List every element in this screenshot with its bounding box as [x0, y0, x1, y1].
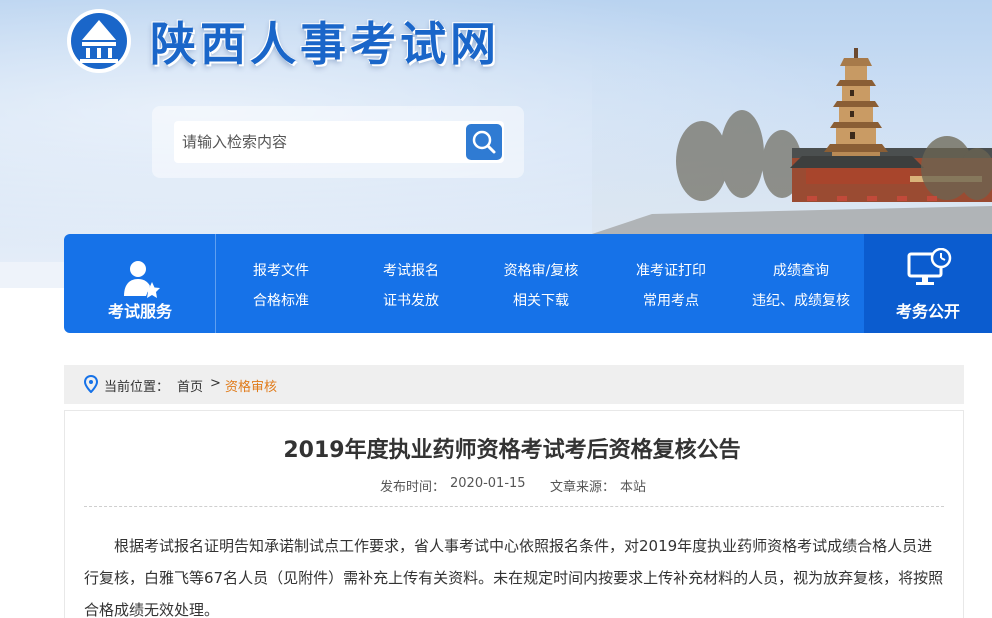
- nav-link-downloads[interactable]: 相关下载: [476, 290, 606, 310]
- article-body: 根据考试报名证明告知承诺制试点工作要求，省人事考试中心依照报名条件，对2019年…: [84, 537, 944, 618]
- source-value: 本站: [620, 480, 647, 495]
- nav-link-certificate-issue[interactable]: 证书发放: [346, 290, 476, 310]
- article-title: 2019年度执业药师资格考试考后资格复核公告: [283, 438, 741, 463]
- search-box: [174, 121, 504, 163]
- nav-link-exam-documents[interactable]: 报考文件: [216, 260, 346, 280]
- exam-service-label: 考试服务: [107, 302, 172, 321]
- breadcrumb-current: 资格审核: [225, 380, 278, 395]
- site-title: 陕西人事考试网: [150, 17, 500, 71]
- nav-link-exam-sites[interactable]: 常用考点: [606, 290, 736, 310]
- location-pin-icon: [84, 375, 98, 393]
- exam-affairs-label: 考务公开: [895, 302, 960, 321]
- breadcrumb: 当前位置： 首页 > 资格审核: [64, 365, 964, 404]
- publish-time-label: 发布时间：: [380, 480, 446, 495]
- source-label: 文章来源：: [550, 480, 616, 495]
- nav-link-exam-registration[interactable]: 考试报名: [346, 260, 476, 280]
- monitor-clock-icon: [907, 248, 952, 285]
- nav-link-violation-score-review[interactable]: 违纪、成绩复核: [736, 290, 866, 310]
- search-button[interactable]: [466, 124, 502, 160]
- search-input[interactable]: [174, 121, 464, 163]
- nav-link-qualification-review[interactable]: 资格审/复核: [476, 260, 606, 280]
- pagoda-scenery-image: [592, 36, 992, 236]
- breadcrumb-separator: >: [210, 376, 221, 391]
- nav-link-score-query[interactable]: 成绩查询: [736, 260, 866, 280]
- nav-link-admission-ticket[interactable]: 准考证打印: [606, 260, 736, 280]
- exam-affairs-tile[interactable]: 考务公开: [864, 234, 992, 333]
- site-logo-icon: [67, 9, 131, 73]
- search-icon: [472, 130, 496, 154]
- publish-date: 2020-01-15: [450, 476, 526, 491]
- main-nav: 考试服务 报考文件 考试报名 资格审/复核 准考证打印 成绩查询 合格标准 证书…: [64, 234, 992, 333]
- breadcrumb-home-link[interactable]: 首页: [177, 376, 203, 395]
- user-star-icon: [124, 261, 160, 298]
- nav-link-pass-standard[interactable]: 合格标准: [216, 290, 346, 310]
- article-divider: [84, 506, 944, 507]
- exam-service-tile[interactable]: 考试服务: [64, 234, 216, 333]
- breadcrumb-prefix: 当前位置：: [104, 380, 170, 395]
